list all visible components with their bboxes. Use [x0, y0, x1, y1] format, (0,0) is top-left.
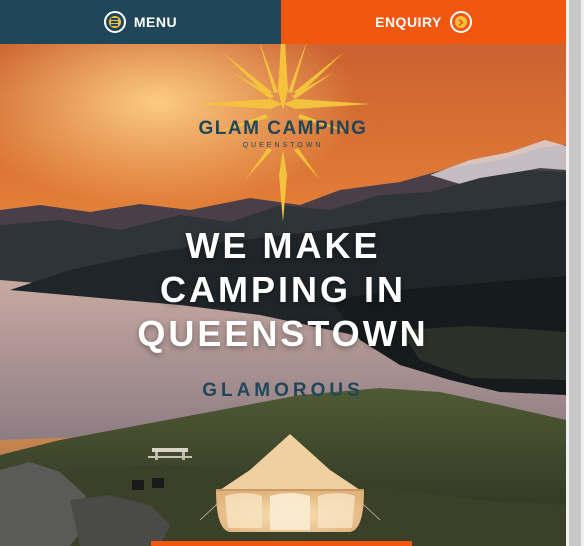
headline-line-2: CAMPING IN: [160, 269, 406, 310]
top-nav: MENU ENQUIRY: [0, 0, 566, 44]
logo-subtitle: QUEENSTOWN: [242, 142, 324, 149]
page: MENU ENQUIRY GLAM CAMPING QUEENSTOWN WE …: [0, 0, 566, 546]
headline-line-1: WE MAKE: [185, 225, 381, 266]
chevron-right-circle-icon: [449, 11, 472, 33]
cta-button[interactable]: [151, 541, 412, 546]
scrollbar-thumb[interactable]: [569, 0, 581, 546]
hero-tagline: GLAMOROUS: [202, 380, 364, 401]
headline-line-3: QUEENSTOWN: [137, 313, 429, 354]
enquiry-button[interactable]: ENQUIRY: [281, 0, 566, 44]
hero-headline: WE MAKE CAMPING IN QUEENSTOWN: [0, 224, 566, 356]
menu-button[interactable]: MENU: [0, 0, 281, 44]
site-logo[interactable]: GLAM CAMPING QUEENSTOWN: [0, 118, 566, 149]
menu-label: MENU: [133, 14, 178, 30]
hamburger-circle-icon: [103, 11, 126, 33]
logo-title: GLAM CAMPING: [198, 118, 368, 139]
enquiry-label: ENQUIRY: [375, 14, 442, 30]
